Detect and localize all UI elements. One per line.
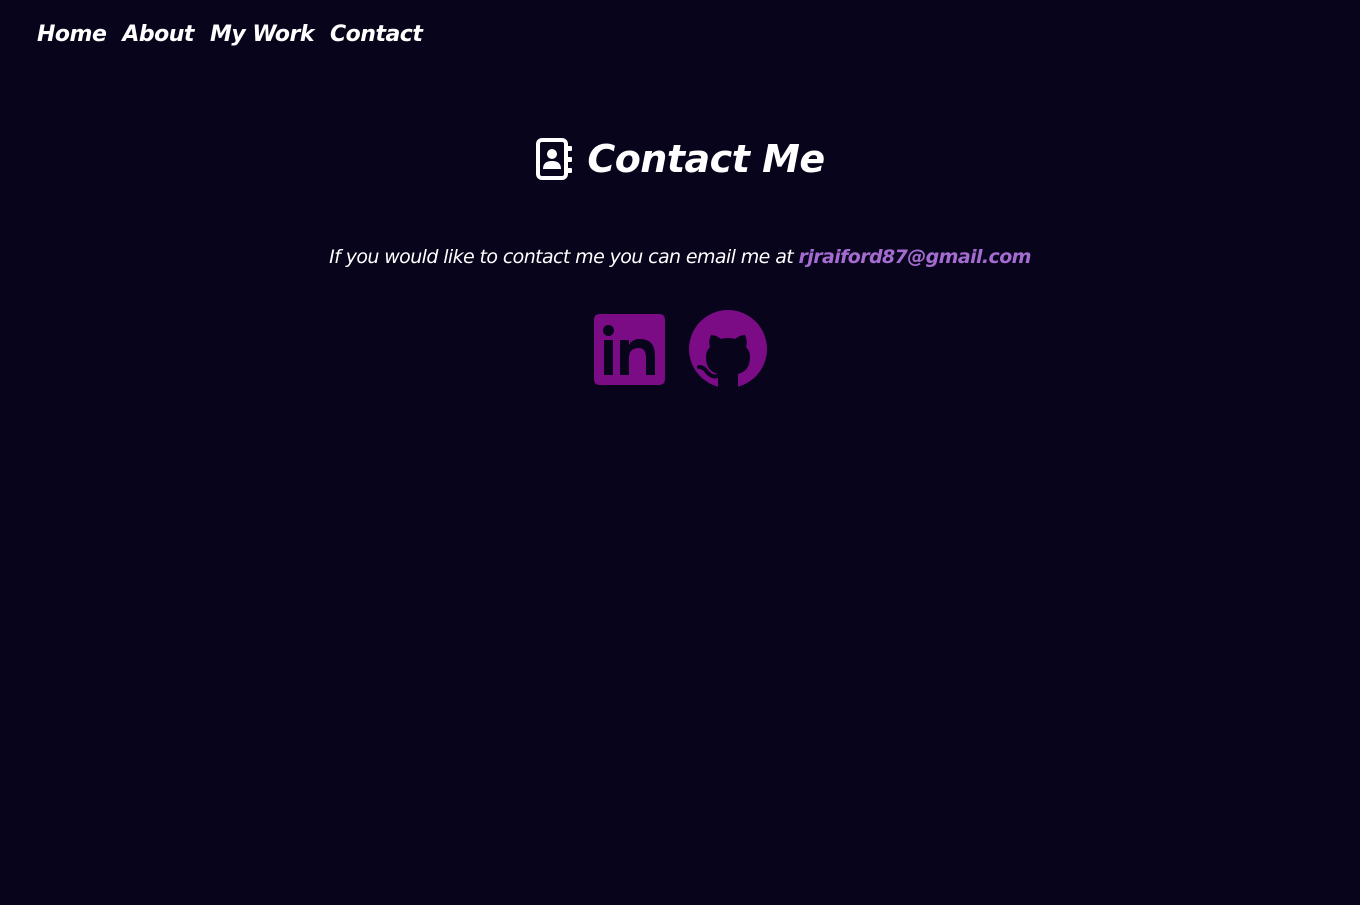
email-link[interactable]: rjraiford87@gmail.com: [799, 246, 1032, 268]
main-nav: Home About My Work Contact: [37, 20, 423, 50]
nav-home-link[interactable]: Home: [37, 20, 107, 50]
social-links: [0, 310, 1360, 388]
github-icon: [688, 310, 767, 388]
address-book-icon: [536, 138, 573, 180]
contact-message: If you would like to contact me you can …: [0, 243, 1360, 271]
page-title: Contact Me: [587, 137, 825, 181]
linkedin-link[interactable]: [593, 313, 665, 385]
contact-message-text: If you would like to contact me you can …: [329, 246, 799, 268]
contact-heading: Contact Me: [0, 134, 1360, 184]
linkedin-icon: [593, 313, 665, 385]
github-link[interactable]: [688, 310, 767, 388]
nav-contact-link[interactable]: Contact: [330, 20, 423, 50]
nav-about-link[interactable]: About: [122, 20, 194, 50]
nav-my-work-link[interactable]: My Work: [210, 20, 315, 50]
